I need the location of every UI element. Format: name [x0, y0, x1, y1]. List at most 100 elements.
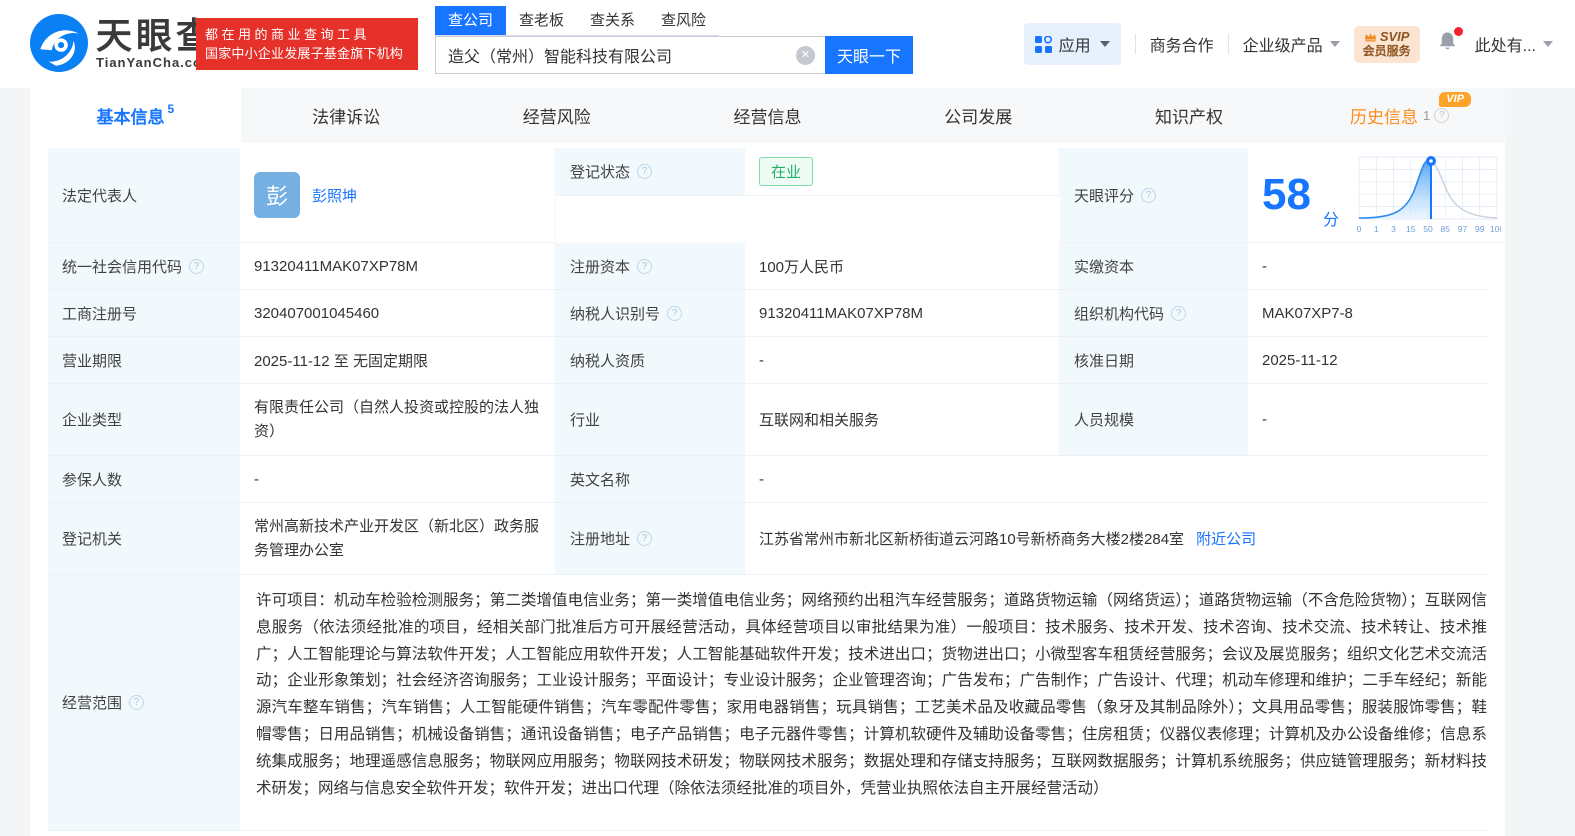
score-distribution-chart: 0 1 3 15 50 85 97 99 100 [1357, 156, 1501, 234]
english-name-value: - [745, 456, 1489, 503]
legal-rep-value: 彭 彭照坤 [240, 148, 556, 243]
table-row: 法定代表人 彭 彭照坤 登记状态 ? 在业 天眼评分 ? 58 分 0 1 3 … [48, 148, 1505, 243]
search-tab-relation[interactable]: 查关系 [577, 6, 648, 35]
tab-operating-risk[interactable]: 经营风险 [451, 88, 662, 143]
nav-cooperation[interactable]: 商务合作 [1150, 32, 1214, 56]
help-icon[interactable]: ? [1171, 305, 1187, 321]
tab-history-info[interactable]: VIP 历史信息 1 ? [1294, 88, 1505, 143]
reg-authority-value: 常州高新技术产业开发区（新北区）政务服务管理办公室 [240, 503, 556, 575]
apps-grid-icon [1034, 35, 1052, 53]
svg-text:85: 85 [1440, 224, 1450, 234]
business-scope-label: 经营范围 ? [48, 575, 240, 831]
score-number: 58 [1262, 170, 1311, 219]
search-tab-company[interactable]: 查公司 [435, 6, 507, 35]
tab-basic-info[interactable]: 基本信息 5 [30, 88, 241, 143]
table-row: 参保人数 - 英文名称 - [48, 456, 1489, 503]
help-icon[interactable]: ? [129, 695, 145, 710]
reg-number-label: 工商注册号 [48, 290, 240, 337]
chevron-down-icon [1099, 41, 1110, 47]
svg-text:15: 15 [1406, 224, 1416, 234]
reg-capital-value: 100万人民币 [745, 243, 1060, 290]
score-unit: 分 [1322, 212, 1339, 229]
slogan-banner: 都在用的商业查询工具 国家中小企业发展子基金旗下机构 [196, 18, 418, 70]
apps-label: 应用 [1058, 38, 1091, 55]
basic-info-card: 法定代表人 彭 彭照坤 登记状态 ? 在业 天眼评分 ? 58 分 0 1 3 … [30, 143, 1505, 836]
reg-capital-label: 注册资本 ? [556, 243, 745, 290]
help-icon[interactable]: ? [667, 305, 683, 321]
score-value[interactable]: 58 分 0 1 3 15 50 85 97 99 10 [1248, 148, 1505, 243]
credit-code-label: 统一社会信用代码 ? [48, 243, 240, 290]
clear-search-icon[interactable]: ✕ [796, 45, 815, 65]
table-row: 经营范围 ? 许可项目：机动车检验检测服务；第二类增值电信业务；第一类增值电信业… [48, 575, 1489, 831]
company-type-value: 有限责任公司（自然人投资或控股的法人独资） [240, 384, 556, 456]
top-header: 天眼查 TianYanCha.com 都在用的商业查询工具 国家中小企业发展子基… [0, 0, 1575, 88]
legal-rep-label: 法定代表人 [48, 148, 240, 243]
help-icon[interactable]: ? [637, 531, 653, 546]
tab-intellectual-property[interactable]: 知识产权 [1084, 88, 1295, 143]
taxpayer-quality-value: - [745, 337, 1060, 384]
reg-address-value: 江苏省常州市新北区新桥街道云河路10号新桥商务大楼2楼284室 附近公司 [745, 503, 1489, 575]
search-area: 查公司 查老板 查关系 查风险 ✕ 天眼一下 [435, 6, 913, 74]
table-row: 工商注册号 320407001045460 纳税人识别号 ? 91320411M… [48, 290, 1489, 337]
tab-legal-litigation[interactable]: 法律诉讼 [241, 88, 452, 143]
help-icon[interactable]: ? [637, 258, 653, 274]
help-icon[interactable]: ? [1434, 108, 1450, 123]
help-icon[interactable]: ? [1141, 187, 1157, 203]
business-term-label: 营业期限 [48, 337, 240, 384]
notifications-button[interactable] [1434, 27, 1463, 59]
company-type-label: 企业类型 [48, 384, 240, 456]
approval-date-label: 核准日期 [1060, 337, 1248, 384]
table-row: 登记机关 常州高新技术产业开发区（新北区）政务服务管理办公室 注册地址 ? 江苏… [48, 503, 1489, 575]
enterprise-label: 企业级产品 [1242, 38, 1323, 55]
svip-service-label: 会员服务 [1362, 43, 1411, 58]
logo[interactable]: 天眼查 TianYanCha.com [30, 14, 216, 72]
reg-address-label: 注册地址 ? [556, 503, 745, 575]
legal-rep-link[interactable]: 彭照坤 [312, 185, 357, 206]
tab-count-badge: 5 [167, 102, 175, 116]
user-menu[interactable]: 此处有... [1475, 32, 1553, 56]
vip-badge: VIP [1439, 92, 1472, 107]
svg-text:1: 1 [1374, 224, 1379, 234]
table-row: 企业类型 有限责任公司（自然人投资或控股的法人独资） 行业 互联网和相关服务 人… [48, 384, 1489, 456]
tab-label: 经营风险 [522, 108, 591, 127]
slogan-line2: 国家中小企业发展子基金旗下机构 [205, 46, 404, 61]
business-term-value: 2025-11-12 至 无固定期限 [240, 337, 556, 384]
taxpayer-id-value: 91320411MAK07XP78M [745, 290, 1060, 337]
status-badge: 在业 [759, 157, 814, 186]
apps-menu[interactable]: 应用 [1023, 23, 1121, 65]
search-tab-boss[interactable]: 查老板 [506, 6, 577, 35]
avatar[interactable]: 彭 [254, 172, 300, 218]
tab-company-development[interactable]: 公司发展 [873, 88, 1084, 143]
table-row: 统一社会信用代码 ? 91320411MAK07XP78M 注册资本 ? 100… [48, 243, 1489, 290]
search-button[interactable]: 天眼一下 [825, 36, 913, 74]
svg-text:97: 97 [1458, 224, 1468, 234]
help-icon[interactable]: ? [189, 258, 205, 274]
score-label: 天眼评分 ? [1060, 148, 1248, 243]
taxpayer-quality-label: 纳税人资质 [556, 337, 745, 384]
org-code-label: 组织机构代码 ? [1060, 290, 1248, 337]
search-input[interactable] [448, 46, 778, 64]
svip-member-button[interactable]: SVIP 会员服务 [1353, 25, 1420, 63]
org-code-value: MAK07XP7-8 [1248, 290, 1489, 337]
svg-text:100: 100 [1490, 224, 1501, 234]
svg-text:50: 50 [1423, 224, 1433, 234]
reg-authority-label: 登记机关 [48, 503, 240, 575]
nearby-companies-link[interactable]: 附近公司 [1196, 528, 1256, 549]
svg-text:3: 3 [1391, 224, 1396, 234]
business-scope-value: 许可项目：机动车检验检测服务；第二类增值电信业务；第一类增值电信业务；网络预约出… [240, 575, 1489, 831]
tab-operating-info[interactable]: 经营信息 [662, 88, 873, 143]
help-icon[interactable]: ? [637, 164, 653, 179]
user-name: 此处有... [1474, 38, 1536, 55]
tab-label: 经营信息 [733, 108, 802, 127]
nav-enterprise[interactable]: 企业级产品 [1243, 32, 1340, 56]
notification-dot [1453, 27, 1463, 36]
crown-icon [1364, 32, 1377, 42]
paid-capital-value: - [1248, 243, 1489, 290]
reg-status-label: 登记状态 ? [556, 148, 745, 196]
tab-label: 法律诉讼 [312, 108, 381, 127]
taxpayer-id-label: 纳税人识别号 ? [556, 290, 745, 337]
divider [1227, 34, 1229, 54]
search-tab-risk[interactable]: 查风险 [648, 6, 719, 35]
tab-label: 基本信息 [96, 108, 165, 127]
tianyancha-logo-icon [30, 14, 88, 72]
